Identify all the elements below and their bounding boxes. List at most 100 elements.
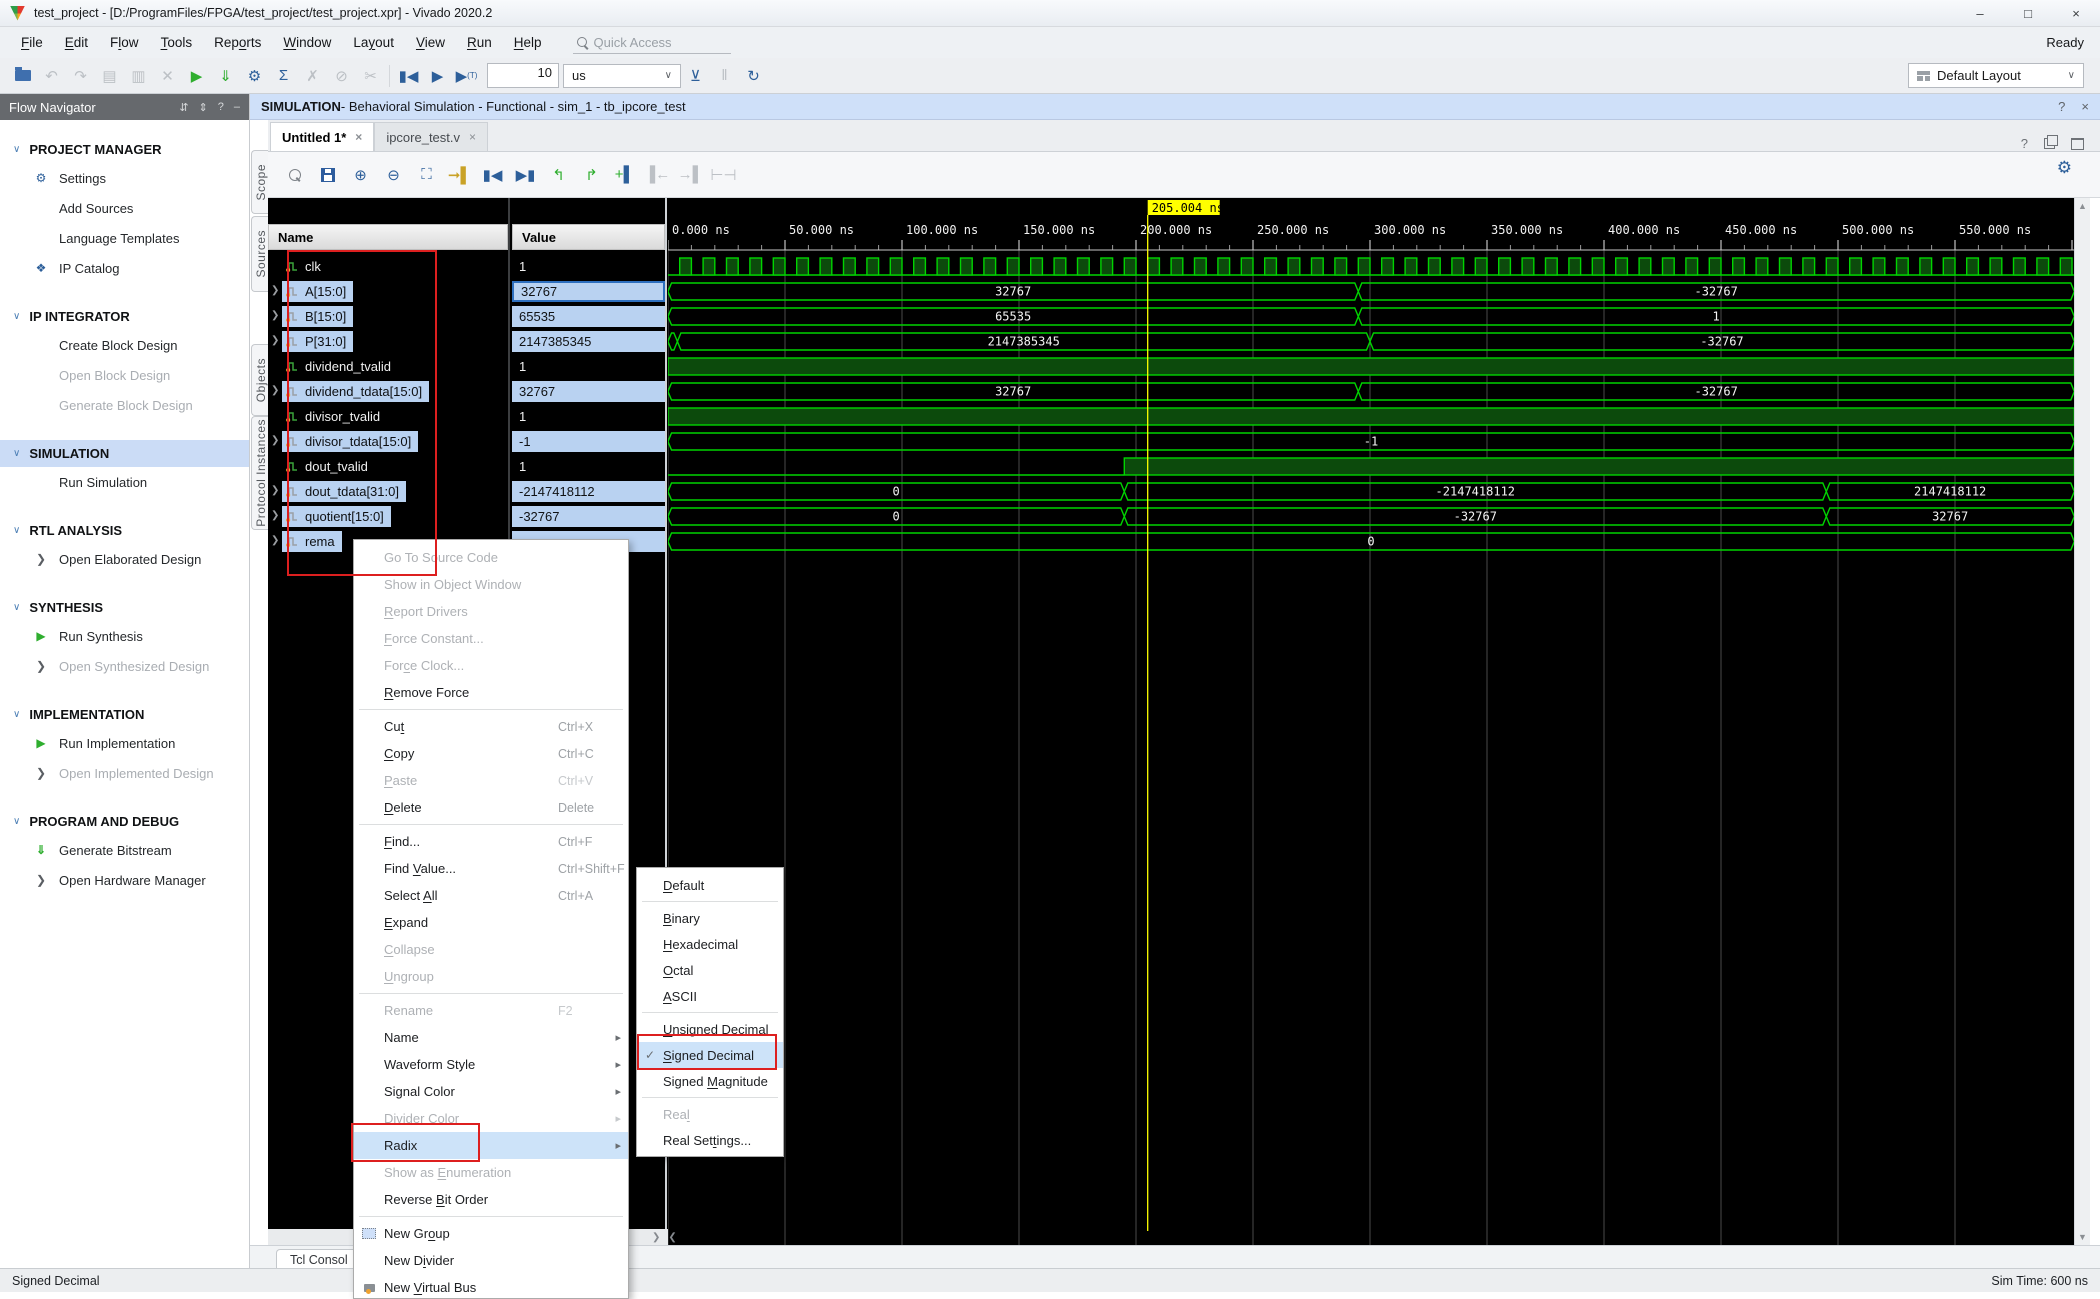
undo-icon[interactable]: ↶ xyxy=(37,63,66,89)
close-tab-icon[interactable]: × xyxy=(355,130,362,144)
paste-icon[interactable]: ▥ xyxy=(124,63,153,89)
menu-item-select-all[interactable]: Select AllCtrl+A xyxy=(354,882,628,909)
signal-value-cell[interactable]: 1 xyxy=(512,254,665,279)
menu-tools[interactable]: Tools xyxy=(150,31,204,54)
time-unit-select[interactable]: us ∨ xyxy=(563,64,681,88)
value-column-header[interactable]: Value xyxy=(512,224,665,250)
menu-edit[interactable]: Edit xyxy=(54,31,99,54)
signal-value-cell[interactable]: -2147418112 xyxy=(512,479,665,504)
tab-untitled-1-[interactable]: Untitled 1*× xyxy=(270,122,374,151)
menu-item-new-group[interactable]: New Group xyxy=(354,1220,628,1247)
restart-sim-icon[interactable]: ▮◀ xyxy=(394,63,423,89)
flow-item-run-implementation[interactable]: ▶Run Implementation xyxy=(0,728,249,758)
expand-arrow-icon[interactable]: ❯ xyxy=(271,335,279,346)
float-window-icon[interactable] xyxy=(2044,138,2055,149)
tab-tcl-console[interactable]: Tcl Consol xyxy=(276,1249,362,1270)
menu-item-cut[interactable]: CutCtrl+X xyxy=(354,713,628,740)
sum-icon[interactable]: Σ xyxy=(269,63,298,89)
menu-item-default[interactable]: Default xyxy=(637,872,783,898)
flow-item-settings[interactable]: ⚙Settings xyxy=(0,163,249,193)
flow-item-run-synthesis[interactable]: ▶Run Synthesis xyxy=(0,621,249,651)
redo-icon[interactable]: ↷ xyxy=(66,63,95,89)
minimize-panel-icon[interactable]: – xyxy=(234,101,240,114)
menu-item-hexadecimal[interactable]: Hexadecimal xyxy=(637,931,783,957)
signal-value-cell[interactable]: 2147385345 xyxy=(512,329,665,354)
flow-section-header[interactable]: ∨PROGRAM AND DEBUG xyxy=(0,808,249,835)
swap-right-icon[interactable]: ↱ xyxy=(577,161,606,189)
waveform-plot[interactable]: 0.000 ns50.000 ns100.000 ns150.000 ns200… xyxy=(668,198,2074,1248)
menu-item-find-[interactable]: Find...Ctrl+F xyxy=(354,828,628,855)
menu-item-signal-color[interactable]: Signal Color▸ xyxy=(354,1078,628,1105)
zoom-out-icon[interactable]: ⊖ xyxy=(379,161,408,189)
flow-item-ip-catalog[interactable]: ❖IP Catalog xyxy=(0,253,249,283)
flow-section-header[interactable]: ∨SYNTHESIS xyxy=(0,594,249,621)
zoom-in-icon[interactable]: ⊕ xyxy=(346,161,375,189)
menu-view[interactable]: View xyxy=(405,31,456,54)
flow-section-header[interactable]: ∨RTL ANALYSIS xyxy=(0,517,249,544)
swap-left-icon[interactable]: ↰ xyxy=(544,161,573,189)
flow-section-header[interactable]: ∨SIMULATION xyxy=(0,440,249,467)
menu-item-remove-force[interactable]: Remove Force xyxy=(354,679,628,706)
menu-item-reverse-bit-order[interactable]: Reverse Bit Order xyxy=(354,1186,628,1213)
menu-item-ascii[interactable]: ASCII xyxy=(637,983,783,1009)
flow-item-add-sources[interactable]: Add Sources xyxy=(0,193,249,223)
copy-icon[interactable]: ▤ xyxy=(95,63,124,89)
minimize-button[interactable]: – xyxy=(1956,0,2004,26)
menu-item-name[interactable]: Name▸ xyxy=(354,1024,628,1051)
generate-bitstream-icon[interactable]: ⇓ xyxy=(211,63,240,89)
close-panel-icon[interactable]: × xyxy=(2081,99,2089,114)
menu-item-expand[interactable]: Expand xyxy=(354,909,628,936)
scissors-icon[interactable]: ✂ xyxy=(356,63,385,89)
menu-run[interactable]: Run xyxy=(456,31,503,54)
signal-value-cell[interactable]: 65535 xyxy=(512,304,665,329)
pause-icon[interactable]: ‖ xyxy=(710,63,739,89)
add-marker-icon[interactable]: +▌ xyxy=(610,161,639,189)
flow-item-open-elaborated-design[interactable]: ❯Open Elaborated Design xyxy=(0,544,249,574)
flow-item-create-block-design[interactable]: Create Block Design xyxy=(0,330,249,360)
menu-item-copy[interactable]: CopyCtrl+C xyxy=(354,740,628,767)
settings-gear-icon[interactable]: ⚙ xyxy=(240,63,269,89)
signal-value-cell[interactable]: -1 xyxy=(512,429,665,454)
expand-arrow-icon[interactable]: ❯ xyxy=(271,510,279,521)
signal-value-cell[interactable]: -32767 xyxy=(512,504,665,529)
name-column-header[interactable]: Name xyxy=(268,224,508,250)
menu-item-octal[interactable]: Octal xyxy=(637,957,783,983)
previous-transition-icon[interactable]: ▮◀ xyxy=(478,161,507,189)
menu-flow[interactable]: Flow xyxy=(99,31,150,54)
menu-item-binary[interactable]: Binary xyxy=(637,905,783,931)
go-to-cursor-icon[interactable]: ➞▌ xyxy=(445,161,474,189)
zoom-fit-icon[interactable]: ⛶ xyxy=(412,161,441,189)
side-tab-objects[interactable]: Objects xyxy=(251,344,269,416)
side-tab-protocol-instances[interactable]: Protocol Instances xyxy=(251,416,269,530)
scroll-down-icon[interactable]: ▼ xyxy=(2078,1232,2087,1242)
delete-icon[interactable]: ✕ xyxy=(153,63,182,89)
flow-item-open-hardware-manager[interactable]: ❯Open Hardware Manager xyxy=(0,865,249,895)
menu-item-new-divider[interactable]: New Divider xyxy=(354,1247,628,1274)
menu-item-waveform-style[interactable]: Waveform Style▸ xyxy=(354,1051,628,1078)
flow-section-header[interactable]: ∨IP INTEGRATOR xyxy=(0,303,249,330)
flow-item-generate-bitstream[interactable]: ⇓Generate Bitstream xyxy=(0,835,249,865)
side-tab-scope[interactable]: Scope xyxy=(251,150,269,214)
flow-item-open-implemented-design[interactable]: ❯Open Implemented Design xyxy=(0,758,249,788)
menu-item-find-value-[interactable]: Find Value...Ctrl+Shift+F xyxy=(354,855,628,882)
run-icon[interactable]: ▶ xyxy=(182,63,211,89)
signal-value-cell[interactable]: 1 xyxy=(512,454,665,479)
flow-section-header[interactable]: ∨IMPLEMENTATION xyxy=(0,701,249,728)
expand-arrow-icon[interactable]: ❯ xyxy=(271,310,279,321)
expand-arrow-icon[interactable]: ❯ xyxy=(271,385,279,396)
attach-icon[interactable]: ⊘ xyxy=(327,63,356,89)
flow-section-header[interactable]: ∨PROJECT MANAGER xyxy=(0,136,249,163)
flow-item-open-synthesized-design[interactable]: ❯Open Synthesized Design xyxy=(0,651,249,681)
signal-value-cell[interactable]: 32767 xyxy=(512,379,665,404)
tab-ipcore-test-v[interactable]: ipcore_test.v× xyxy=(374,122,488,151)
signal-value-cell[interactable]: 32767 xyxy=(512,279,665,304)
prev-marker-icon[interactable]: ▐← xyxy=(643,161,672,189)
scroll-left-icon[interactable]: ❮ xyxy=(668,1232,676,1243)
signal-value-cell[interactable]: 1 xyxy=(512,404,665,429)
waveform-settings-gear-icon[interactable]: ⚙ xyxy=(2057,158,2072,178)
flow-item-open-block-design[interactable]: Open Block Design xyxy=(0,360,249,390)
close-button[interactable]: × xyxy=(2052,0,2100,26)
next-transition-icon[interactable]: ▶▮ xyxy=(511,161,540,189)
help-icon[interactable]: ? xyxy=(2021,136,2028,151)
open-project-icon[interactable] xyxy=(8,63,37,89)
